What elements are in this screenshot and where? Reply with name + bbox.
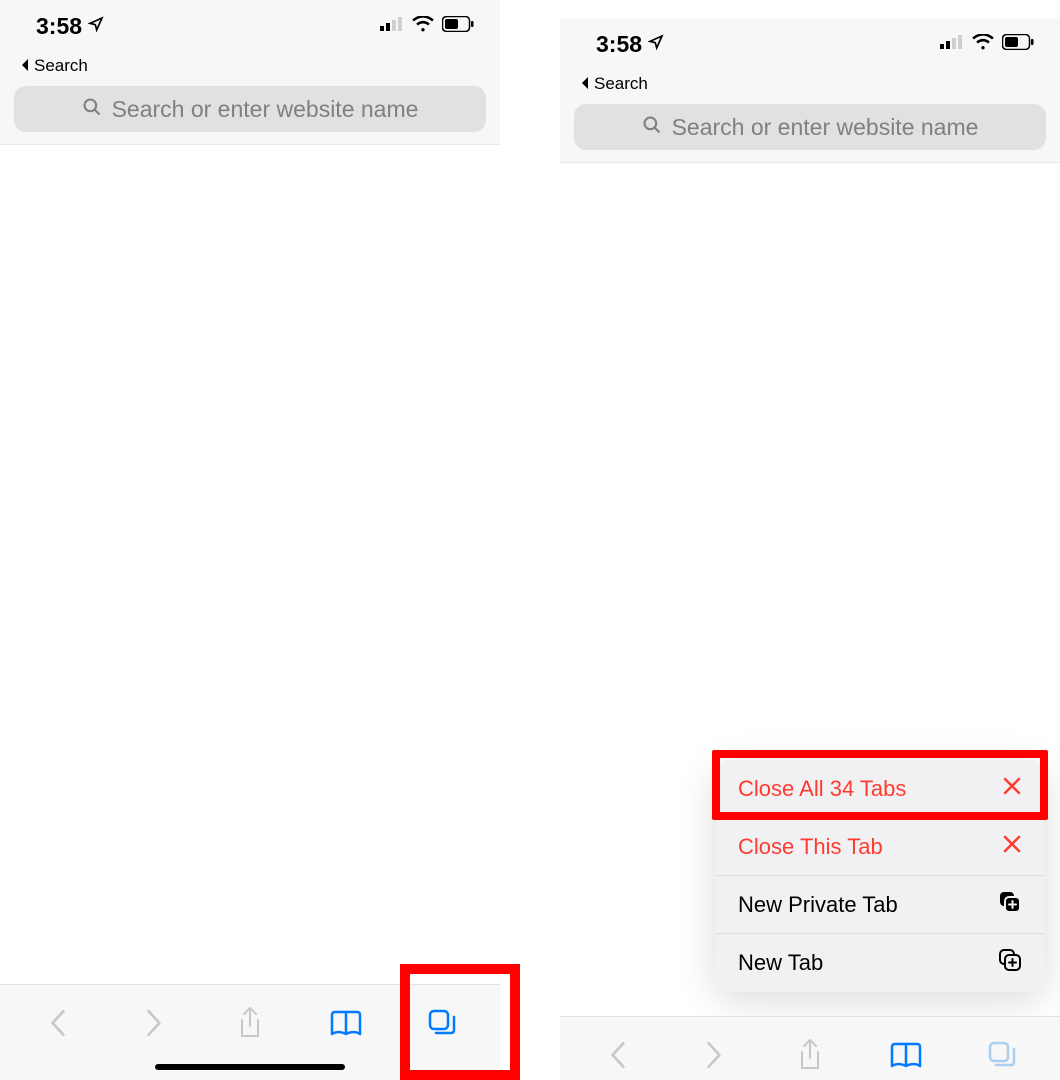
screenshot-divider — [500, 0, 560, 1080]
menu-label: Close All 34 Tabs — [738, 776, 906, 802]
menu-label: Close This Tab — [738, 834, 883, 860]
status-bar: 3:58 — [0, 0, 500, 52]
menu-label: New Private Tab — [738, 892, 898, 918]
menu-new-tab[interactable]: New Tab — [716, 934, 1044, 992]
location-icon — [648, 34, 664, 55]
back-to-app-label: Search — [594, 74, 648, 94]
bookmarks-button[interactable] — [316, 1003, 376, 1043]
forward-button[interactable] — [124, 1003, 184, 1043]
wifi-icon — [972, 34, 994, 55]
new-tab-plus-icon — [998, 948, 1022, 978]
menu-close-this-tab[interactable]: Close This Tab — [716, 818, 1044, 876]
wifi-icon — [412, 16, 434, 37]
status-time: 3:58 — [36, 13, 82, 40]
tabs-context-menu: Close All 34 Tabs Close This Tab New Pri… — [716, 760, 1044, 992]
location-icon — [88, 16, 104, 37]
new-tab-plus-icon — [998, 890, 1022, 920]
menu-new-private-tab[interactable]: New Private Tab — [716, 876, 1044, 934]
phone-screenshot-right: 3:58 Search Search or en — [560, 18, 1060, 1080]
bottom-toolbar — [560, 1016, 1060, 1080]
address-bar-placeholder: Search or enter website name — [112, 96, 419, 123]
search-icon — [642, 114, 662, 141]
back-to-app-button[interactable]: Search — [0, 52, 500, 80]
cellular-icon — [380, 17, 404, 36]
status-time: 3:58 — [596, 31, 642, 58]
address-bar-placeholder: Search or enter website name — [672, 114, 979, 141]
battery-icon — [442, 16, 474, 37]
cellular-icon — [940, 35, 964, 54]
share-button[interactable] — [220, 1003, 280, 1043]
back-to-app-label: Search — [34, 56, 88, 76]
menu-label: New Tab — [738, 950, 823, 976]
home-indicator — [155, 1064, 345, 1070]
forward-button[interactable] — [684, 1035, 744, 1075]
chevron-left-icon — [580, 74, 590, 94]
status-bar: 3:58 — [560, 18, 1060, 70]
share-button[interactable] — [780, 1035, 840, 1075]
back-to-app-button[interactable]: Search — [560, 70, 1060, 98]
address-bar[interactable]: Search or enter website name — [574, 104, 1046, 150]
chevron-left-icon — [20, 56, 30, 76]
tabs-button[interactable] — [972, 1035, 1032, 1075]
address-bar-container: Search or enter website name — [560, 98, 1060, 163]
address-bar[interactable]: Search or enter website name — [14, 86, 486, 132]
close-icon — [1002, 834, 1022, 860]
back-button[interactable] — [588, 1035, 648, 1075]
tabs-button[interactable] — [412, 1003, 472, 1043]
back-button[interactable] — [28, 1003, 88, 1043]
bookmarks-button[interactable] — [876, 1035, 936, 1075]
close-icon — [1002, 776, 1022, 802]
address-bar-container: Search or enter website name — [0, 80, 500, 145]
search-icon — [82, 96, 102, 123]
menu-close-all-tabs[interactable]: Close All 34 Tabs — [716, 760, 1044, 818]
battery-icon — [1002, 34, 1034, 55]
phone-screenshot-left: 3:58 Search Search or en — [0, 0, 500, 1080]
